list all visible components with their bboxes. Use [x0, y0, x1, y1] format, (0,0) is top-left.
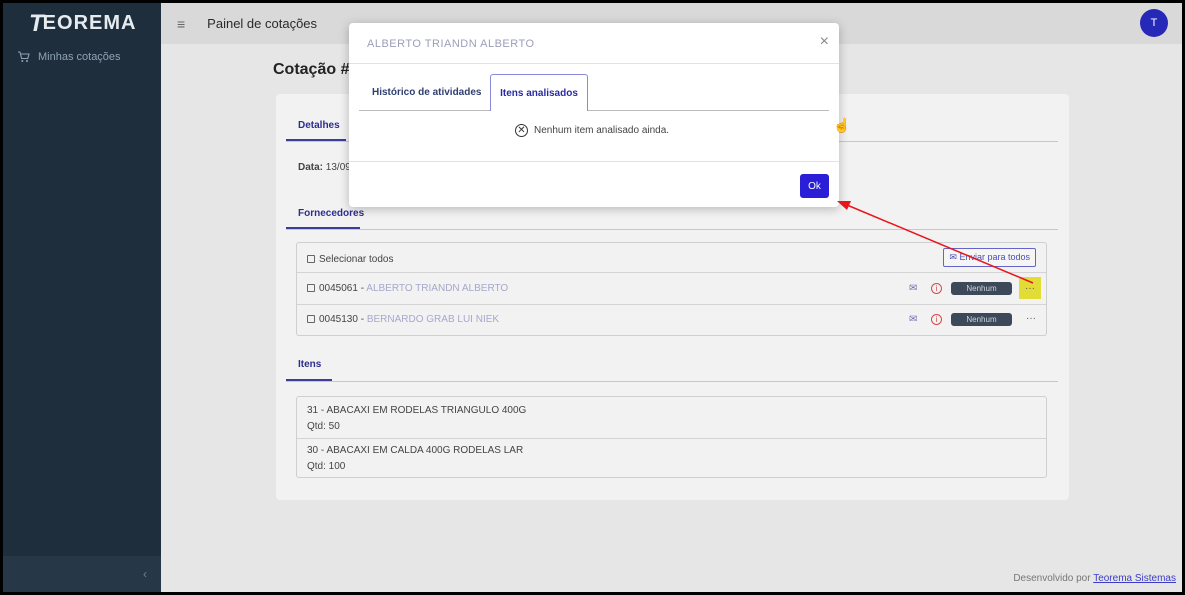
- sidebar-item-minhas-cotacoes[interactable]: Minhas cotações: [3, 44, 161, 70]
- item-quantity: Qtd: 100: [307, 461, 346, 472]
- date-label: Data:: [298, 162, 324, 173]
- item-description: 30 - ABACAXI EM CALDA 400G RODELAS LAR: [307, 445, 524, 456]
- supplier-modal: ALBERTO TRIANDN ALBERTO × Histórico de a…: [349, 23, 850, 207]
- sidebar-collapse-button[interactable]: ‹: [3, 556, 161, 592]
- tab-detalhes[interactable]: Detalhes: [298, 120, 340, 131]
- row-divider: [297, 304, 1046, 305]
- list-item: 30 - ABACAXI EM CALDA 400G RODELAS LAR Q…: [307, 443, 523, 475]
- info-icon[interactable]: i: [931, 314, 942, 325]
- modal-title: ALBERTO TRIANDN ALBERTO: [367, 38, 535, 50]
- page-title: Cotação #: [273, 61, 350, 78]
- cart-icon: [18, 51, 30, 62]
- modal-header-divider: [349, 63, 839, 64]
- date-value: 13/09: [325, 162, 351, 173]
- select-all-row[interactable]: Selecionar todos: [307, 254, 394, 265]
- empty-message: Nenhum item analisado ainda.: [534, 125, 670, 136]
- tab-fornecedores[interactable]: Fornecedores: [298, 208, 364, 219]
- status-badge: Nenhum: [951, 313, 1012, 326]
- sidebar-item-label: Minhas cotações: [38, 51, 121, 63]
- mail-icon[interactable]: ✉: [909, 283, 917, 294]
- suppliers-panel: Selecionar todos ✉ Enviar para todos 004…: [296, 242, 1047, 336]
- send-to-all-button[interactable]: ✉ Enviar para todos: [943, 248, 1036, 267]
- items-panel: 31 - ABACAXI EM RODELAS TRIANGULO 400G Q…: [296, 396, 1047, 478]
- items-divider: [286, 381, 1058, 382]
- row-divider: [297, 272, 1046, 273]
- modal-tabs-divider: [359, 110, 829, 111]
- status-badge: Nenhum: [951, 282, 1012, 295]
- teorema-logo: T EOREMA: [29, 9, 137, 37]
- avatar[interactable]: T: [1140, 9, 1168, 37]
- app-window: T EOREMA Minhas cotações ‹ ≡ Painel de co…: [3, 3, 1182, 592]
- supplier-checkbox[interactable]: [307, 315, 315, 323]
- tab-itens-analisados[interactable]: Itens analisados: [490, 74, 588, 111]
- item-quantity: Qtd: 50: [307, 421, 340, 432]
- supplier-name: ALBERTO TRIANDN ALBERTO: [366, 283, 509, 294]
- list-item: 31 - ABACAXI EM RODELAS TRIANGULO 400G Q…: [307, 403, 526, 435]
- mail-icon[interactable]: ✉: [909, 314, 917, 325]
- ok-button[interactable]: Ok: [800, 174, 829, 198]
- info-icon[interactable]: i: [931, 283, 942, 294]
- supplier-name: BERNARDO GRAB LUI NIEK: [366, 314, 500, 325]
- menu-icon[interactable]: ≡: [177, 16, 185, 32]
- footer: Desenvolvido por Teorema Sistemas: [1013, 573, 1176, 584]
- app-title: Painel de cotações: [207, 16, 318, 31]
- suppliers-divider: [286, 229, 1058, 230]
- tab-historico-atividades[interactable]: Histórico de atividades: [372, 87, 481, 98]
- x-circle-icon: ✕: [515, 124, 528, 137]
- select-all-checkbox[interactable]: [307, 255, 315, 263]
- date-field: Data: 13/09: [298, 162, 351, 173]
- select-all-label: Selecionar todos: [319, 254, 394, 265]
- row-divider: [297, 438, 1046, 439]
- sidebar: T EOREMA Minhas cotações ‹: [3, 3, 161, 592]
- empty-state: ✕ Nenhum item analisado ainda.: [515, 124, 669, 137]
- supplier-checkbox[interactable]: [307, 284, 315, 292]
- tab-itens[interactable]: Itens: [298, 359, 321, 370]
- close-icon[interactable]: ×: [820, 33, 829, 51]
- footer-text: Desenvolvido por: [1013, 573, 1094, 584]
- supplier-code: 0045061: [319, 283, 358, 294]
- supplier-code: 0045130: [319, 314, 358, 325]
- supplier-row-label: 0045130 - BERNARDO GRAB LUI NIEK: [307, 314, 499, 325]
- modal-footer-divider: [349, 161, 839, 162]
- more-options-button[interactable]: ···: [1026, 313, 1036, 324]
- supplier-row-label: 0045061 - ALBERTO TRIANDN ALBERTO: [307, 283, 508, 294]
- hand-cursor-icon: ☝: [833, 117, 851, 133]
- item-description: 31 - ABACAXI EM RODELAS TRIANGULO 400G: [307, 405, 527, 416]
- footer-link[interactable]: Teorema Sistemas: [1093, 573, 1176, 584]
- more-options-button[interactable]: ···: [1019, 277, 1041, 299]
- chevron-left-icon: ‹: [143, 567, 147, 581]
